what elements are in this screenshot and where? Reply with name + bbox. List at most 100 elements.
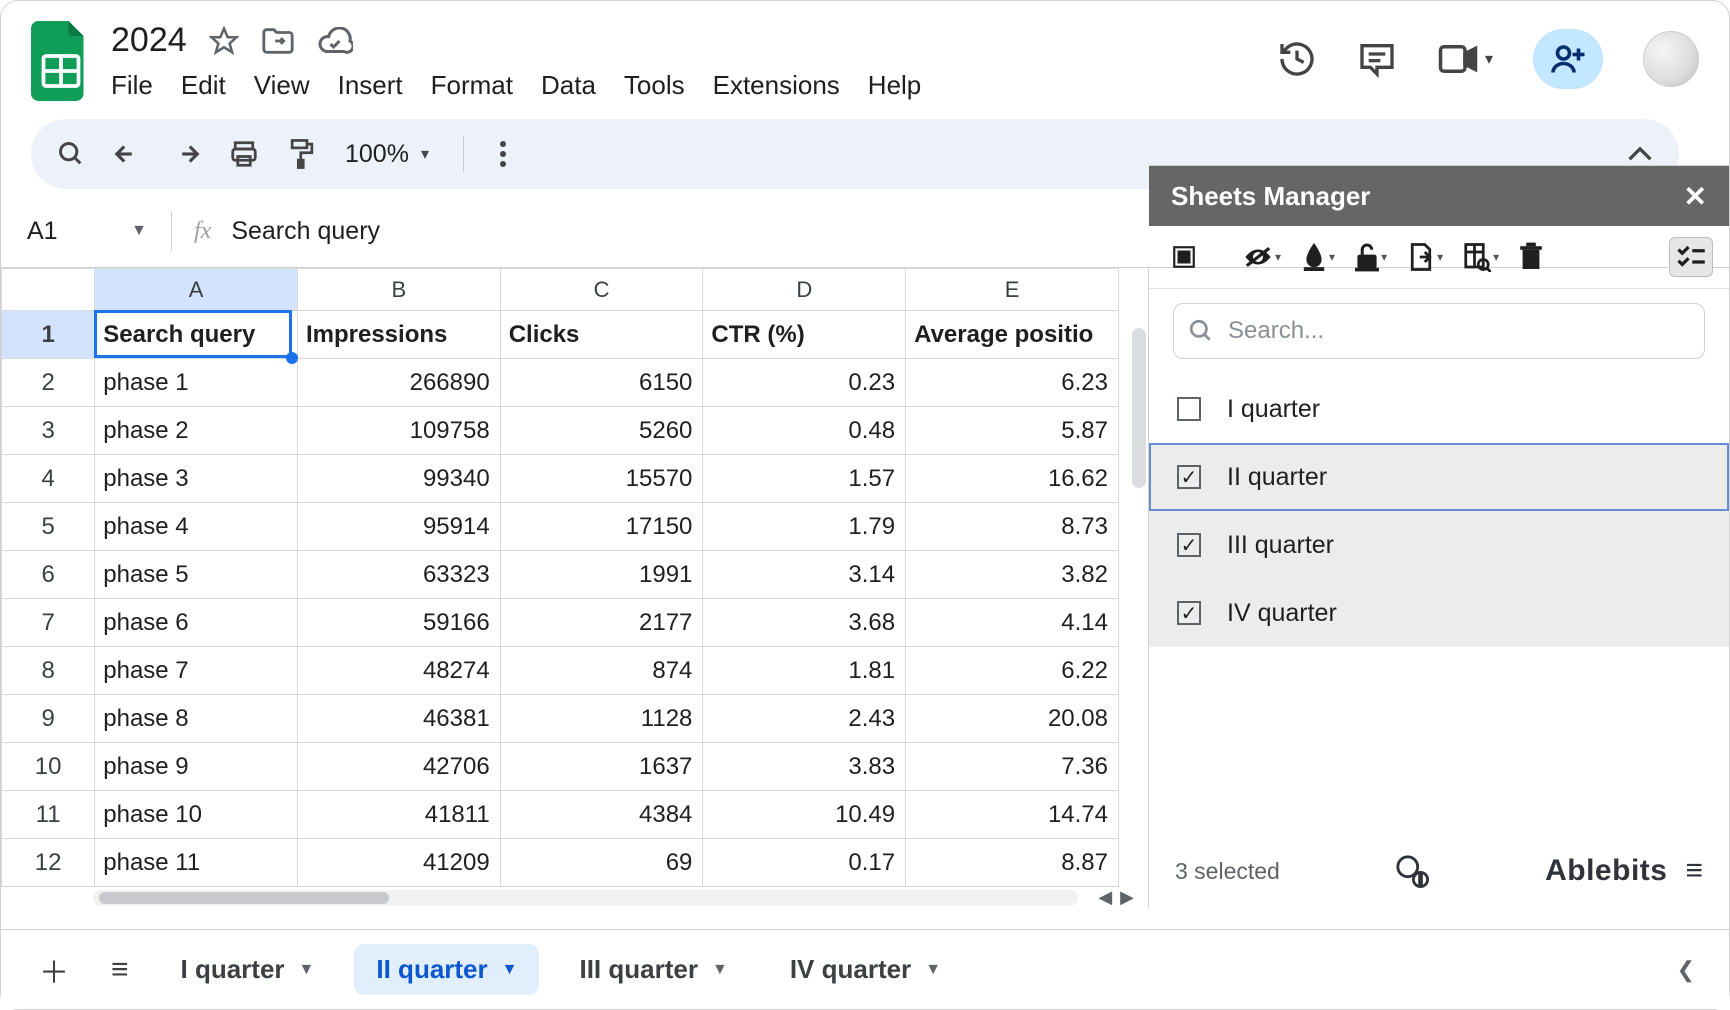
cell[interactable]: 6.23 [906,359,1119,407]
cell[interactable]: 8.87 [906,839,1119,887]
cell[interactable]: 3.14 [703,551,906,599]
paint-format-icon[interactable] [287,138,317,170]
chevron-up-icon[interactable] [1627,145,1653,163]
cell[interactable]: phase 8 [95,695,298,743]
cell[interactable]: 5260 [500,407,703,455]
cell[interactable]: 2.43 [703,695,906,743]
sheet-list-item[interactable]: III quarter [1149,511,1729,579]
cell[interactable]: 6150 [500,359,703,407]
sheet-checkbox[interactable] [1177,601,1201,625]
sheet-list-item[interactable]: I quarter [1149,375,1729,443]
spreadsheet-grid[interactable]: A B C D E 1Search queryImpressionsClicks… [1,268,1149,908]
menu-extensions[interactable]: Extensions [713,70,840,101]
undo-icon[interactable] [113,141,143,167]
cell[interactable]: 4384 [500,791,703,839]
sheet-tab[interactable]: III quarter▼ [557,944,749,995]
cell[interactable]: 6.22 [906,647,1119,695]
delete-icon[interactable] [1513,236,1549,278]
menu-help[interactable]: Help [868,70,921,101]
cell[interactable]: 41209 [297,839,500,887]
sheet-tab[interactable]: IV quarter▼ [768,944,963,995]
menu-file[interactable]: File [111,70,153,101]
menu-edit[interactable]: Edit [181,70,226,101]
col-header-d[interactable]: D [703,269,906,311]
header-cell[interactable]: Clicks [500,311,703,359]
row-header[interactable]: 2 [2,359,95,407]
cell[interactable]: phase 11 [95,839,298,887]
cell[interactable]: 99340 [297,455,500,503]
lock-icon[interactable]: ▾ [1349,236,1393,278]
cell[interactable]: 46381 [297,695,500,743]
col-header-b[interactable]: B [297,269,500,311]
menu-data[interactable]: Data [541,70,596,101]
menu-tools[interactable]: Tools [624,70,685,101]
menu-format[interactable]: Format [431,70,513,101]
all-sheets-icon[interactable]: ≡ [99,943,141,997]
cell[interactable]: 109758 [297,407,500,455]
collapse-sidebar-icon[interactable]: ❮ [1677,957,1703,983]
cell[interactable]: phase 3 [95,455,298,503]
sheet-checkbox[interactable] [1177,465,1201,489]
cell[interactable]: 1.79 [703,503,906,551]
row-header[interactable]: 6 [2,551,95,599]
sheets-logo-icon[interactable] [31,21,91,101]
cell[interactable]: 15570 [500,455,703,503]
cell[interactable]: 95914 [297,503,500,551]
move-icon[interactable] [261,26,295,56]
sheet-checkbox[interactable] [1177,533,1201,557]
cell[interactable]: 1.57 [703,455,906,503]
cell[interactable]: 4.14 [906,599,1119,647]
account-avatar[interactable] [1643,31,1699,87]
cell[interactable]: 3.83 [703,743,906,791]
cell[interactable]: 14.74 [906,791,1119,839]
close-icon[interactable]: ✕ [1684,180,1707,213]
col-header-e[interactable]: E [906,269,1119,311]
cell[interactable]: 1991 [500,551,703,599]
row-header[interactable]: 5 [2,503,95,551]
row-header[interactable]: 11 [2,791,95,839]
panel-menu-icon[interactable]: ≡ [1685,854,1703,888]
header-cell[interactable]: Average positio [906,311,1119,359]
row-header[interactable]: 7 [2,599,95,647]
cell[interactable]: 42706 [297,743,500,791]
cell[interactable]: phase 10 [95,791,298,839]
cell[interactable]: phase 6 [95,599,298,647]
cell[interactable]: 0.48 [703,407,906,455]
fill-color-icon[interactable]: ▾ [1295,237,1341,277]
cell[interactable]: 20.08 [906,695,1119,743]
row-header[interactable]: 4 [2,455,95,503]
multi-select-toggle-icon[interactable] [1669,237,1713,277]
cell[interactable]: 1128 [500,695,703,743]
cell[interactable]: 41811 [297,791,500,839]
cell[interactable]: 17150 [500,503,703,551]
cell[interactable]: 266890 [297,359,500,407]
col-header-a[interactable]: A [95,269,298,311]
cell[interactable]: 874 [500,647,703,695]
col-header-c[interactable]: C [500,269,703,311]
row-header[interactable]: 10 [2,743,95,791]
row-header[interactable]: 8 [2,647,95,695]
visibility-off-icon[interactable]: ▾ [1237,239,1287,275]
help-info-icon[interactable]: i [1395,854,1429,888]
row-header[interactable]: 12 [2,839,95,887]
sheet-list-item[interactable]: IV quarter [1149,579,1729,647]
cell[interactable]: 0.17 [703,839,906,887]
search-icon[interactable] [57,140,85,168]
cell[interactable]: phase 2 [95,407,298,455]
sheet-list-item[interactable]: II quarter [1149,443,1729,511]
cell[interactable]: phase 5 [95,551,298,599]
cell[interactable]: 2177 [500,599,703,647]
sheet-tab[interactable]: II quarter▼ [354,944,539,995]
cell[interactable]: 5.87 [906,407,1119,455]
find-sheet-icon[interactable]: ▾ [1457,236,1505,278]
select-all-corner[interactable] [2,269,95,311]
redo-icon[interactable] [171,141,201,167]
print-icon[interactable] [229,139,259,169]
menu-view[interactable]: View [254,70,310,101]
more-vert-icon[interactable] [498,139,508,169]
row-header[interactable]: 9 [2,695,95,743]
export-icon[interactable]: ▾ [1401,236,1449,278]
cell[interactable]: 63323 [297,551,500,599]
row-header[interactable]: 1 [2,311,95,359]
cell[interactable]: 8.73 [906,503,1119,551]
